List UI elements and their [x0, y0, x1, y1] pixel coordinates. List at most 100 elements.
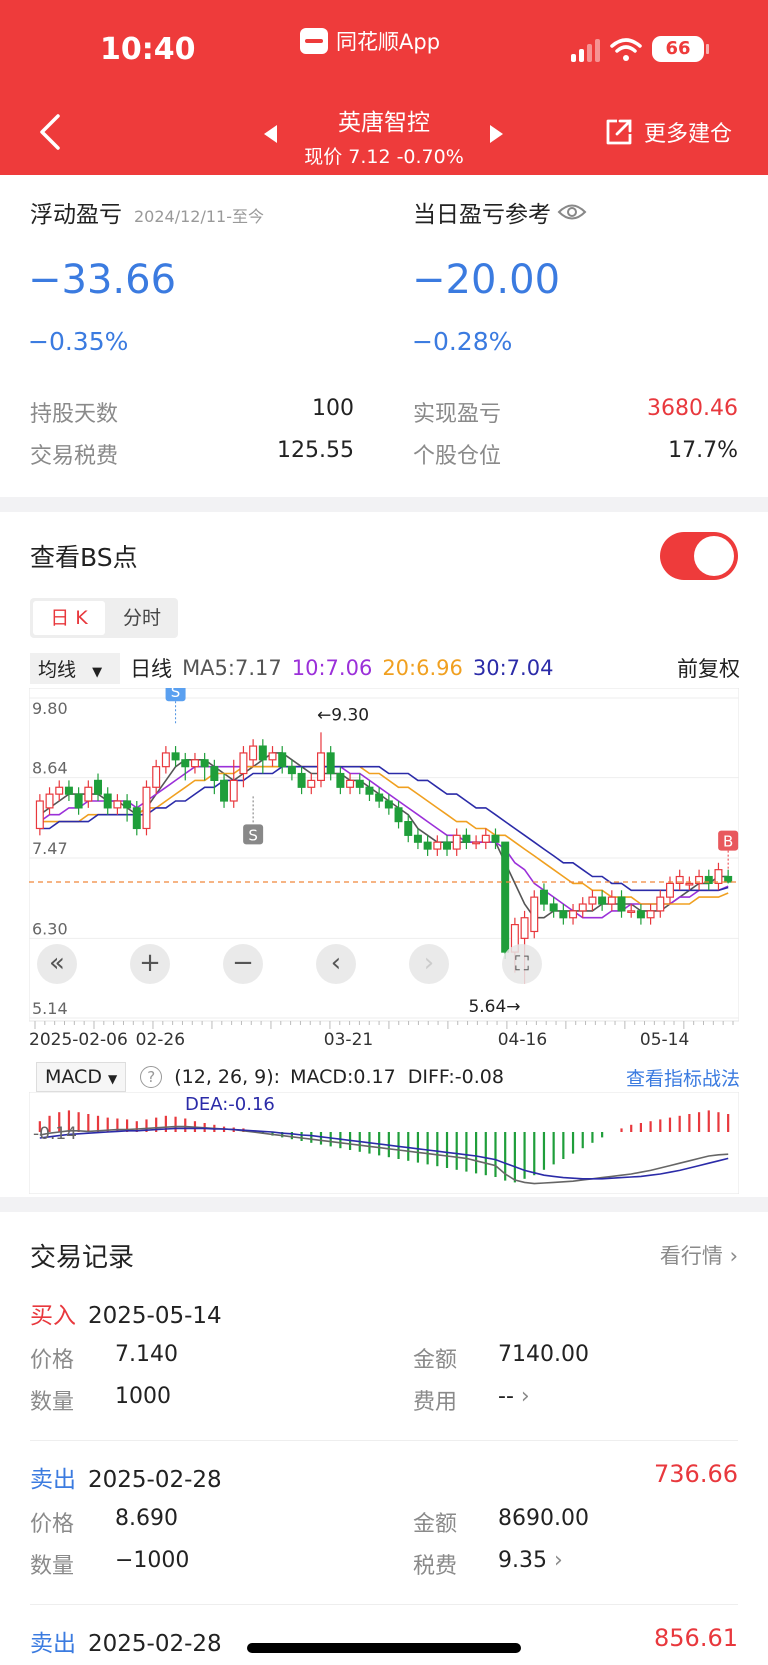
- macd-selector[interactable]: MACD ▼: [36, 1062, 127, 1092]
- candle-body: [45, 793, 54, 809]
- fullscreen-icon[interactable]: ⛶: [502, 944, 542, 984]
- candle-body: [433, 841, 442, 850]
- candle-body: [190, 759, 199, 768]
- bs-toggle[interactable]: [660, 532, 738, 580]
- app-return-badge[interactable]: 同花顺App: [300, 26, 440, 56]
- candle-body: [181, 759, 190, 768]
- candle-body: [549, 903, 558, 912]
- candle-body: [665, 882, 674, 898]
- candle-body: [724, 875, 733, 883]
- view-market-link[interactable]: 看行情 ›: [660, 1240, 738, 1270]
- record-3-header[interactable]: 卖出 2025-02-28: [30, 1624, 222, 1658]
- candle-body: [220, 779, 229, 802]
- chart-tab-group: 日 K 分时: [30, 598, 178, 638]
- y-tick-label: 7.47: [32, 839, 68, 858]
- candle-body: [539, 889, 548, 905]
- candle-body: [268, 752, 277, 761]
- help-icon[interactable]: ?: [140, 1066, 163, 1088]
- record-3-pnl: 856.61: [654, 1624, 738, 1652]
- dea-value: DEA:-0.16: [185, 1094, 275, 1115]
- candle-body: [384, 800, 393, 809]
- day-pnl-header[interactable]: 当日盈亏参考: [413, 195, 587, 229]
- candle-body: [501, 841, 510, 953]
- record-1-price: 7.140: [115, 1342, 178, 1367]
- macd-chart[interactable]: DEA:-0.16 -0.14: [28, 1091, 740, 1195]
- record-1-header[interactable]: 买入 2025-05-14: [30, 1296, 222, 1330]
- candle-body: [588, 896, 597, 905]
- candle-body: [607, 896, 616, 905]
- chevron-right-icon: ›: [553, 1548, 563, 1573]
- tab-daily-k[interactable]: 日 K: [33, 601, 105, 635]
- candle-body: [74, 793, 83, 809]
- adjust-mode[interactable]: 前复权: [677, 653, 740, 683]
- zoom-out-button[interactable]: −: [223, 944, 263, 984]
- candle-body: [200, 759, 209, 768]
- indicator-strategy-link[interactable]: 查看指标战法: [626, 1064, 740, 1091]
- record-2-fee[interactable]: 9.35 ›: [498, 1548, 563, 1573]
- macd-params: (12, 26, 9):: [174, 1066, 281, 1088]
- position-value: 17.7%: [668, 438, 738, 463]
- page: 10:40 同花顺App 66 英唐智控 现价 7.12 -0.70% 更多建仓…: [0, 0, 768, 1665]
- macd-frame: [28, 1091, 740, 1195]
- home-indicator[interactable]: [247, 1643, 521, 1653]
- kline-chart[interactable]: 9.80 8.64 7.47 6.30 5.14 2025-02-06 02-26 03-21…: [28, 681, 740, 1052]
- float-pnl-period: 2024/12/11-至今: [134, 207, 264, 226]
- record-2-header[interactable]: 卖出 2025-02-28: [30, 1460, 222, 1494]
- record-1-date: 2025-05-14: [88, 1303, 222, 1329]
- ma-selector[interactable]: 均线 ▼: [30, 652, 121, 684]
- bs-chart-card: 查看BS点 日 K 分时 均线 ▼ 日线 MA5:7.17 10:7.06 20…: [0, 512, 768, 1197]
- status-icons: 66: [571, 36, 709, 62]
- record-1-fee-label: 费用: [413, 1390, 458, 1415]
- chevron-right-icon: ›: [729, 1244, 738, 1268]
- candle-body: [346, 779, 355, 788]
- more-build-button[interactable]: 更多建仓: [604, 116, 732, 148]
- ma5-value: MA5:7.17: [182, 656, 282, 680]
- zoom-in-button[interactable]: +: [130, 944, 170, 984]
- kline-svg: 9.80 8.64 7.47 6.30 5.14 2025-02-06 02-26 03-21…: [28, 681, 740, 1050]
- pnl-summary-card: 浮动盈亏 2024/12/11-至今 −33.66 −0.35% 当日盈亏参考 …: [0, 175, 768, 497]
- trade-records-card: 交易记录 看行情 › 买入 2025-05-14 价格 7.140 数量 100…: [0, 1212, 768, 1665]
- position-label: 个股仓位: [413, 444, 502, 469]
- tab-intraday[interactable]: 分时: [108, 601, 176, 635]
- candle-body: [404, 821, 413, 836]
- scroll-left-button[interactable]: ‹: [316, 944, 356, 984]
- ma10-value: 10:7.06: [291, 656, 373, 680]
- more-build-label: 更多建仓: [643, 122, 732, 147]
- day-pnl-value: −20.00: [412, 257, 561, 303]
- candle-body: [617, 896, 626, 912]
- float-pnl-pct: −0.35%: [28, 327, 129, 356]
- diff-value: DIFF:-0.08: [407, 1066, 504, 1088]
- candle-body: [375, 793, 384, 802]
- candle-body: [249, 745, 258, 761]
- candle-body: [103, 793, 112, 809]
- app-badge-label: 同花顺App: [336, 30, 441, 54]
- candle-body: [297, 772, 306, 788]
- scroll-right-button[interactable]: ›: [409, 944, 449, 984]
- macd-value: MACD:0.17: [290, 1066, 396, 1088]
- bs-title: 查看BS点: [30, 543, 138, 572]
- candle-body: [578, 903, 587, 912]
- day-pnl-pct: −0.28%: [412, 327, 513, 356]
- candle-body: [326, 752, 335, 775]
- eye-icon[interactable]: [557, 201, 587, 223]
- record-2-fee-value: 9.35: [498, 1548, 547, 1573]
- chevron-right-icon: ›: [520, 1384, 530, 1409]
- candle-body: [423, 841, 432, 850]
- record-1-qty-label: 数量: [30, 1390, 75, 1415]
- candle-body: [316, 752, 325, 782]
- candle-body: [35, 800, 44, 830]
- y-tick-label: 9.80: [32, 699, 68, 718]
- record-1-qty: 1000: [115, 1384, 171, 1409]
- battery-icon: 66: [652, 36, 709, 62]
- candle-body: [84, 786, 93, 802]
- top-header: 10:40 同花顺App 66 英唐智控 现价 7.12 -0.70% 更多建仓: [0, 0, 768, 175]
- next-stock-arrow-icon[interactable]: [490, 125, 503, 143]
- ma-period: 日线: [130, 657, 173, 681]
- record-1-fee[interactable]: -- ›: [498, 1384, 530, 1409]
- diff-line: [39, 1125, 729, 1185]
- candle-body: [559, 910, 568, 919]
- scroll-left-far-button[interactable]: «: [37, 944, 77, 984]
- float-pnl-label: 浮动盈亏: [30, 202, 122, 228]
- hold-days-label: 持股天数: [30, 402, 119, 427]
- candle-body: [287, 766, 296, 775]
